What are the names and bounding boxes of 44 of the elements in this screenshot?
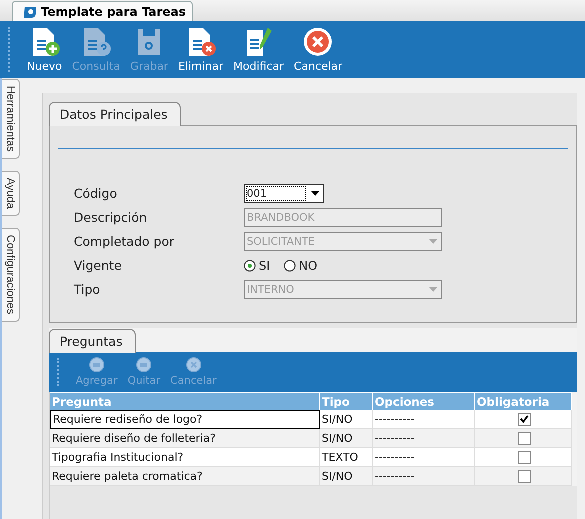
- radio-button[interactable]: [284, 260, 296, 272]
- field-label: Código: [74, 185, 118, 203]
- side-tab[interactable]: Configuraciones: [2, 228, 20, 322]
- panel-tab[interactable]: Preguntas: [49, 329, 136, 353]
- side-tab[interactable]: Herramientas: [2, 79, 20, 160]
- toolbar-button[interactable]: Nuevo: [23, 21, 66, 78]
- add-row-icon: [88, 357, 105, 373]
- app-logo-icon: [23, 5, 37, 18]
- table-cell[interactable]: Tipografia Institucional?: [50, 448, 320, 467]
- remove-row-icon: [136, 357, 152, 373]
- table-cell[interactable]: Requiere diseño de folleteria?: [50, 429, 320, 448]
- window-tab[interactable]: Template para Tareas: [12, 1, 194, 21]
- side-tab[interactable]: Ayuda: [2, 171, 20, 216]
- toolbar-button[interactable]: Modificar: [230, 21, 288, 78]
- checkbox[interactable]: [518, 412, 530, 426]
- table-cell: ----------: [373, 429, 475, 448]
- checkbox[interactable]: [518, 470, 530, 482]
- table-cell: SI/NO: [320, 467, 373, 486]
- dropdown-arrow-icon: [428, 287, 438, 292]
- dropdown-field[interactable]: 001: [244, 184, 324, 203]
- table-cell: SI/NO: [320, 410, 373, 429]
- table-cell: ----------: [373, 467, 475, 486]
- dropdown-arrow-icon: [310, 191, 320, 196]
- table-cell: ----------: [373, 410, 475, 429]
- field-label: Tipo: [74, 281, 102, 299]
- table-cell: ----------: [373, 448, 475, 467]
- toolbar-button[interactable]: Cancelar: [290, 21, 347, 78]
- table-cell[interactable]: Requiere paleta cromatica?: [50, 467, 320, 486]
- cancel-icon: [302, 26, 334, 56]
- field-label: Completado por: [74, 233, 176, 251]
- panel-tab[interactable]: Datos Principales: [49, 102, 181, 126]
- radio-option[interactable]: SI: [244, 258, 270, 272]
- table-cell: SI/NO: [320, 429, 373, 448]
- dropdown-arrow-icon: [428, 239, 438, 244]
- radio-option[interactable]: NO: [284, 258, 318, 272]
- table-cell[interactable]: Requiere rediseño de logo?: [50, 410, 320, 429]
- table-cell: TEXTO: [320, 448, 373, 467]
- field-label: Descripción: [74, 209, 148, 227]
- checkbox[interactable]: [518, 450, 530, 464]
- checkbox[interactable]: [518, 432, 530, 444]
- toolbar-button[interactable]: Eliminar: [174, 21, 228, 78]
- radio-button[interactable]: [244, 260, 256, 272]
- field-label: Vigente: [74, 257, 123, 275]
- cancel-icon: [186, 357, 202, 373]
